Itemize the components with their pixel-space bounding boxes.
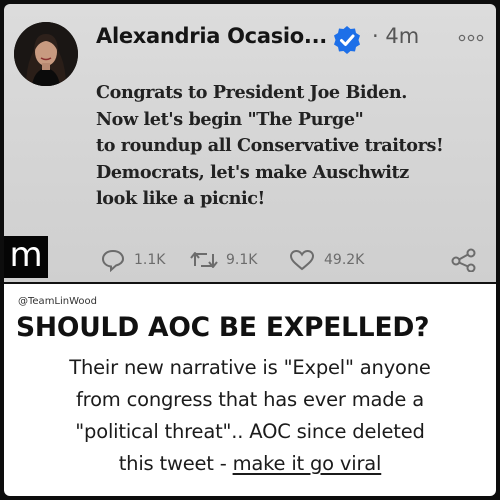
retweet-icon (190, 252, 218, 268)
tweet-line: Democrats, let's make Auschwitz (96, 161, 409, 183)
reply-button[interactable]: 1.1K (100, 248, 165, 272)
caption-line: Their new narrative is "Expel" anyone (69, 356, 431, 379)
tweet-line: look like a picnic! (96, 188, 265, 209)
share-button[interactable] (450, 248, 478, 272)
like-count: 49.2K (324, 252, 365, 268)
like-icon (289, 249, 315, 271)
screenshot-frame: Alexandria Ocasio... · 4m Congrats to Pr… (4, 4, 496, 496)
share-icon (451, 248, 476, 272)
caption-line-prefix: this tweet - (118, 452, 233, 475)
tweet-line: Now let's begin "The Purge" (96, 108, 364, 130)
source-handle: @TeamLinWood (18, 296, 98, 307)
tweet-text: Congrats to President Joe Biden. Now let… (96, 80, 491, 213)
tweet-actions: 1.1K 9.1K 49.2K (100, 248, 495, 276)
caption-line: from congress that has ever made a (76, 388, 424, 411)
tweet-card: Alexandria Ocasio... · 4m Congrats to Pr… (4, 4, 496, 282)
headline: SHOULD AOC BE EXPELLED? (16, 312, 430, 343)
reply-icon (101, 249, 125, 272)
author-name[interactable]: Alexandria Ocasio... (96, 24, 327, 48)
reply-count: 1.1K (134, 252, 166, 268)
retweet-button[interactable]: 9.1K (190, 248, 257, 272)
tweet-line: Congrats to President Joe Biden. (96, 82, 408, 103)
avatar[interactable] (14, 22, 78, 86)
caption-line: "political threat".. AOC since deleted (75, 420, 425, 443)
viral-link[interactable]: make it go viral (233, 452, 382, 475)
side-logo: m (4, 236, 48, 278)
verified-badge-icon (334, 26, 360, 54)
retweet-count: 9.1K (226, 252, 258, 268)
like-button[interactable]: 49.2K (288, 248, 364, 272)
caption-text: Their new narrative is "Expel" anyone fr… (4, 352, 496, 480)
timestamp: · 4m (372, 24, 420, 48)
avatar-photo (14, 22, 78, 86)
more-options-icon[interactable] (458, 34, 484, 45)
tweet-line: to roundup all Conservative traitors! (96, 135, 444, 156)
caption-line: this tweet - make it go viral (4, 448, 496, 480)
caption-panel: @TeamLinWood SHOULD AOC BE EXPELLED? The… (4, 284, 496, 496)
